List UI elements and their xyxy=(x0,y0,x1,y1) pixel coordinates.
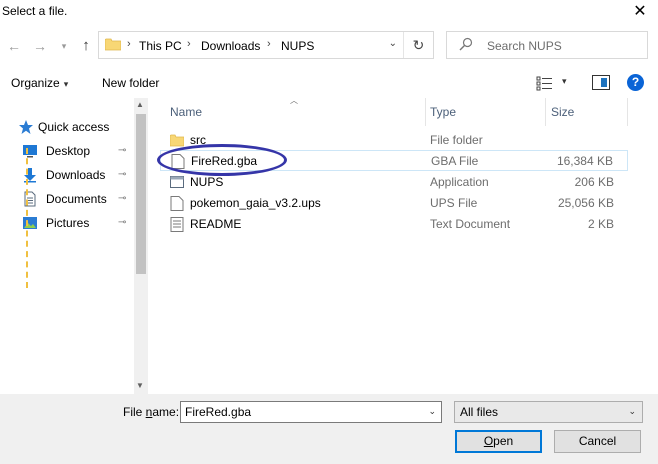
breadcrumb-downloads[interactable]: Downloads xyxy=(201,39,260,53)
breadcrumb-separator: › xyxy=(187,38,191,50)
downloads-icon xyxy=(24,168,36,183)
column-header-label: Name xyxy=(170,105,203,119)
file-type: GBA File xyxy=(431,154,479,168)
file-icon xyxy=(170,196,184,211)
chevron-down-icon: ▾ xyxy=(63,79,69,89)
column-divider[interactable] xyxy=(627,98,628,126)
chevron-down-icon[interactable]: ⌄ xyxy=(428,406,436,417)
organize-button[interactable]: Organize ▾ xyxy=(11,76,68,90)
documents-icon xyxy=(24,191,36,207)
sidebar-item-quick-access[interactable]: Quick access xyxy=(0,116,134,138)
file-type-filter-value: All files xyxy=(460,405,499,419)
scrollbar-thumb[interactable] xyxy=(136,114,146,274)
button-accelerator: O xyxy=(483,434,494,448)
file-size: 206 KB xyxy=(574,175,614,189)
search-icon xyxy=(459,37,473,51)
breadcrumb-this-pc[interactable]: This PC xyxy=(139,39,182,53)
close-button[interactable]: ✕ xyxy=(628,0,652,24)
address-dropdown-icon[interactable]: ⌄ xyxy=(389,38,397,49)
file-list: ︿ Name Type Size src File folder FireRed… xyxy=(148,96,658,394)
application-icon xyxy=(170,176,184,188)
cancel-button[interactable]: Cancel xyxy=(554,430,641,453)
new-folder-button[interactable]: New folder xyxy=(102,76,159,90)
sidebar-item-documents[interactable]: Documents ⊸ xyxy=(0,188,134,210)
file-name-value: FireRed.gba xyxy=(185,405,252,419)
breadcrumb-separator: › xyxy=(127,38,131,50)
sidebar-item-pictures[interactable]: Pictures ⊸ xyxy=(0,212,134,234)
sidebar-item-downloads[interactable]: Downloads ⊸ xyxy=(0,164,134,186)
star-icon xyxy=(19,120,33,134)
sidebar-item-label: Documents xyxy=(46,192,107,206)
table-row[interactable]: pokemon_gaia_v3.2.ups UPS File 25,056 KB xyxy=(160,193,628,214)
toolbar: Organize ▾ New folder ▾ ? xyxy=(0,70,658,96)
scroll-down-icon[interactable]: ▼ xyxy=(136,381,144,390)
refresh-button[interactable]: ↻ xyxy=(403,32,433,58)
title-bar: Select a file. ✕ xyxy=(0,0,658,26)
forward-button[interactable]: → xyxy=(30,36,50,56)
column-header-name[interactable]: Name xyxy=(160,98,426,126)
file-name: NUPS xyxy=(190,175,224,189)
chevron-down-icon: ⌄ xyxy=(628,406,636,416)
file-size: 2 KB xyxy=(587,217,614,231)
preview-pane-icon[interactable] xyxy=(592,75,610,90)
dashed-guide xyxy=(26,148,28,288)
search-placeholder: Search NUPS xyxy=(487,39,562,53)
pin-icon: ⊸ xyxy=(118,193,127,204)
annotation-ellipse xyxy=(157,144,287,176)
sidebar-item-label: Desktop xyxy=(46,144,91,158)
view-dropdown-icon[interactable]: ▾ xyxy=(562,76,567,87)
file-name-label: File name: xyxy=(123,405,179,419)
label-part: ame: xyxy=(152,405,180,419)
dialog-footer: File name: FireRed.gba ⌄ All files ⌄ Ope… xyxy=(0,394,658,464)
file-size: 25,056 KB xyxy=(557,196,614,210)
sidebar-item-label: Quick access xyxy=(38,120,110,134)
pictures-icon xyxy=(23,217,37,229)
breadcrumb-nups[interactable]: NUPS xyxy=(281,39,314,53)
navigation-scrollbar[interactable]: ▲ ▼ xyxy=(134,98,148,394)
back-button[interactable]: ← xyxy=(4,36,24,56)
help-icon[interactable]: ? xyxy=(627,74,644,91)
file-type: Application xyxy=(430,175,489,189)
file-name: pokemon_gaia_v3.2.ups xyxy=(190,196,321,210)
column-header-type[interactable]: Type xyxy=(426,98,546,126)
folder-icon xyxy=(105,38,121,51)
pin-icon: ⊸ xyxy=(118,145,127,156)
label-part: File xyxy=(123,405,146,419)
file-type: UPS File xyxy=(430,196,478,210)
column-header-size[interactable]: Size xyxy=(546,98,628,126)
file-name: README xyxy=(190,217,242,231)
breadcrumb-separator: › xyxy=(267,38,271,50)
sidebar-item-label: Pictures xyxy=(46,216,90,230)
folder-icon xyxy=(170,134,184,147)
recent-locations-button[interactable]: ▾ xyxy=(54,36,74,56)
table-row[interactable]: README Text Document 2 KB xyxy=(160,214,628,235)
window-title: Select a file. xyxy=(2,4,68,18)
view-options-icon[interactable] xyxy=(536,75,556,91)
pin-icon: ⊸ xyxy=(118,169,127,180)
text-document-icon xyxy=(170,217,184,232)
file-size: 16,384 KB xyxy=(556,154,613,168)
file-type: Text Document xyxy=(430,217,511,231)
search-input[interactable]: Search NUPS xyxy=(446,31,648,59)
scroll-up-icon[interactable]: ▲ xyxy=(136,100,144,109)
file-name-field[interactable]: FireRed.gba ⌄ xyxy=(180,401,442,423)
pin-icon: ⊸ xyxy=(118,217,127,228)
sidebar-item-desktop[interactable]: Desktop ⊸ xyxy=(0,140,134,162)
button-label: pen xyxy=(493,434,514,448)
file-type-filter[interactable]: All files ⌄ xyxy=(454,401,643,423)
sidebar-item-label: Downloads xyxy=(46,168,106,182)
up-button[interactable]: ↑ xyxy=(76,36,96,56)
address-bar[interactable]: › This PC › Downloads › NUPS ⌄ ↻ xyxy=(98,31,434,59)
column-header-label: Size xyxy=(551,105,575,119)
desktop-icon xyxy=(23,145,37,158)
navigation-pane: Quick access Desktop ⊸ Downloads ⊸ Docum… xyxy=(0,98,148,394)
file-type: File folder xyxy=(430,133,483,147)
open-button[interactable]: Open xyxy=(455,430,542,453)
column-header-label: Type xyxy=(430,105,457,119)
organize-label: Organize xyxy=(11,76,60,90)
